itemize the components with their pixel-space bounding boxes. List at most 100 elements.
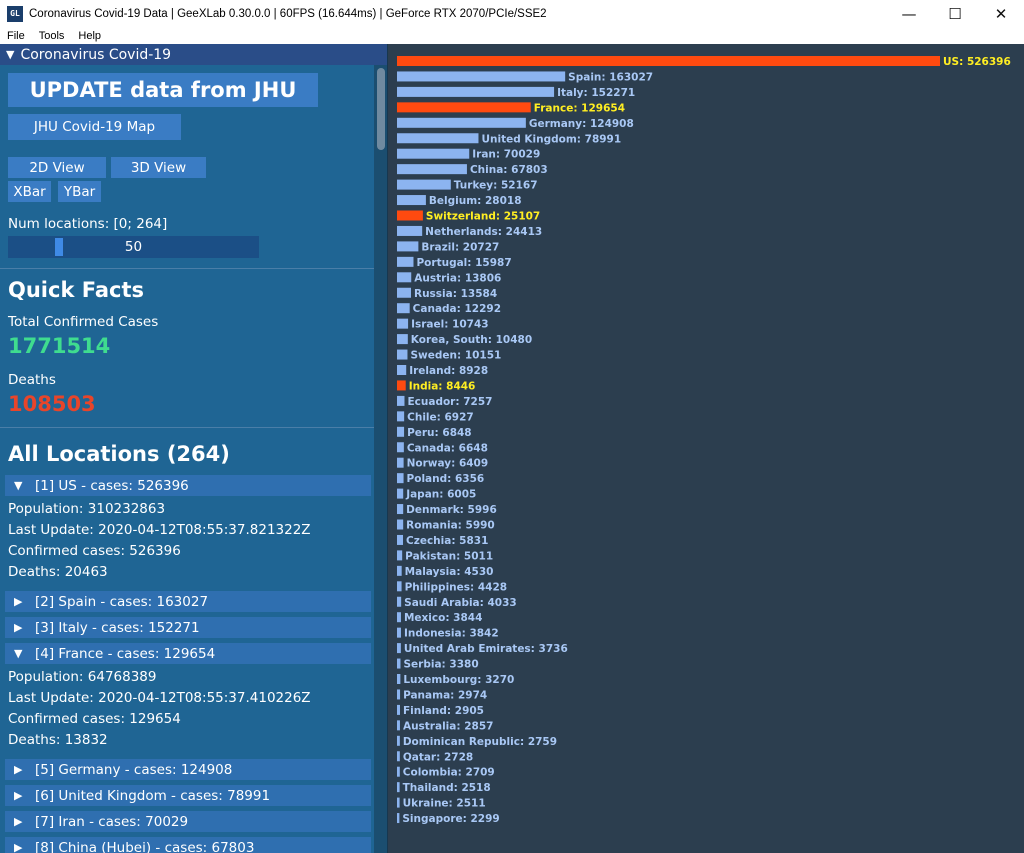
menu-tools[interactable]: Tools (32, 30, 72, 42)
bar-czechia (397, 534, 404, 545)
location-header-label: [3] Italy - cases: 152271 (35, 619, 200, 636)
location-header[interactable]: ▶ [5] Germany - cases: 124908 (5, 759, 371, 780)
bar-united-arab-emirates (397, 643, 401, 654)
bar-japan (397, 488, 404, 499)
bar-united-kingdom (397, 133, 479, 144)
bar-label: Sweden: 10151 (410, 350, 501, 362)
location-detail: Deaths: 13832 (8, 732, 108, 748)
location-header[interactable]: ▶ [8] China (Hubei) - cases: 67803 (5, 837, 371, 853)
deaths-label: Deaths (8, 372, 56, 388)
bar-netherlands (397, 225, 423, 236)
ybar-button[interactable]: YBar (58, 181, 101, 202)
divider (0, 427, 374, 428)
location-header[interactable]: ▶ [7] Iran - cases: 70029 (5, 811, 371, 832)
bar-label: Korea, South: 10480 (411, 334, 532, 346)
bar-label: Ukraine: 2511 (403, 798, 486, 810)
menu-help[interactable]: Help (71, 30, 108, 42)
bar-label: Philippines: 4428 (405, 581, 508, 593)
bar-philippines (397, 581, 402, 592)
bar-us (397, 56, 940, 66)
jhu-map-button[interactable]: JHU Covid-19 Map (8, 114, 181, 140)
bar-label: Poland: 6356 (407, 473, 485, 485)
expanded-triangle-icon: ▼ (14, 479, 23, 492)
bar-label: Italy: 152271 (557, 87, 635, 99)
bar-label: Chile: 6927 (407, 411, 474, 423)
bar-russia (397, 287, 412, 298)
bar-italy (397, 86, 555, 97)
location-header-label: [7] Iran - cases: 70029 (35, 813, 189, 830)
bar-turkey (397, 179, 451, 190)
location-header-label: [1] US - cases: 526396 (35, 477, 189, 494)
bar-label: Serbia: 3380 (403, 659, 478, 671)
bar-pakistan (397, 550, 403, 561)
bar-spain (397, 71, 566, 82)
covid-panel: ▼ Coronavirus Covid-19 UPDATE data from … (0, 44, 388, 853)
bar-australia (397, 720, 400, 731)
bar-label: United Kingdom: 78991 (481, 133, 621, 145)
menu-file[interactable]: File (0, 30, 32, 42)
bar-singapore (397, 813, 400, 824)
collapsed-triangle-icon: ▶ (14, 621, 23, 634)
deaths-value: 108503 (8, 392, 96, 416)
bar-label: Austria: 13806 (414, 272, 501, 284)
bar-ireland (397, 365, 407, 375)
panel-header[interactable]: ▼ Coronavirus Covid-19 (0, 44, 387, 65)
bar-chile (397, 411, 405, 422)
bar-label: Canada: 6648 (407, 442, 488, 454)
view-2d-button[interactable]: 2D View (8, 157, 106, 178)
location-header[interactable]: ▼ [4] France - cases: 129654 (5, 643, 371, 664)
location-header-label: [4] France - cases: 129654 (35, 645, 216, 662)
xbar-button[interactable]: XBar (8, 181, 51, 202)
bar-label: United Arab Emirates: 3736 (404, 643, 568, 655)
bar-peru (397, 426, 405, 437)
geexlab-logo-icon: GL (7, 5, 23, 22)
scrollbar-thumb[interactable] (377, 68, 385, 150)
minimize-button[interactable]: — (886, 0, 932, 27)
bar-ukraine (397, 797, 400, 808)
panel-scrollbar[interactable] (374, 65, 387, 853)
menu-bar: File Tools Help (0, 27, 1024, 44)
close-button[interactable]: ✕ (978, 0, 1024, 27)
bar-label: Belgium: 28018 (429, 195, 522, 207)
bar-label: Romania: 5990 (406, 520, 495, 532)
bar-label: Singapore: 2299 (402, 813, 499, 825)
bar-mexico (397, 612, 401, 623)
slider-value: 50 (124, 239, 143, 255)
location-header-label: [6] United Kingdom - cases: 78991 (35, 787, 271, 804)
location-header-label: [5] Germany - cases: 124908 (35, 761, 233, 778)
bar-france (397, 102, 531, 113)
bar-label: Luxembourg: 3270 (403, 674, 514, 686)
location-header[interactable]: ▼ [1] US - cases: 526396 (5, 475, 371, 496)
bar-label: Brazil: 20727 (421, 241, 499, 253)
location-header[interactable]: ▶ [6] United Kingdom - cases: 78991 (5, 785, 371, 806)
bar-label: Czechia: 5831 (406, 535, 488, 547)
view-3d-button[interactable]: 3D View (111, 157, 206, 178)
bar-norway (397, 457, 404, 468)
bar-israel (397, 318, 409, 329)
location-header[interactable]: ▶ [3] Italy - cases: 152271 (5, 617, 371, 638)
content-area: ▼ Coronavirus Covid-19 UPDATE data from … (0, 44, 1024, 853)
location-detail: Confirmed cases: 526396 (8, 543, 181, 559)
maximize-button[interactable]: ☐ (932, 0, 978, 27)
bar-dominican-republic (397, 735, 400, 746)
update-data-button[interactable]: UPDATE data from JHU (8, 73, 318, 107)
location-detail: Last Update: 2020-04-12T08:55:37.410226Z (8, 690, 311, 706)
location-header[interactable]: ▶ [2] Spain - cases: 163027 (5, 591, 371, 612)
location-detail: Confirmed cases: 129654 (8, 711, 181, 727)
bar-poland (397, 473, 404, 484)
title-bar[interactable]: GL Coronavirus Covid-19 Data | GeeXLab 0… (0, 0, 1024, 27)
collapsed-triangle-icon: ▶ (14, 841, 23, 853)
num-locations-slider[interactable]: 50 (8, 236, 259, 258)
bar-label: Iran: 70029 (472, 149, 540, 161)
bar-label: Canada: 12292 (413, 303, 501, 315)
bar-label: France: 129654 (534, 102, 625, 114)
bar-china (397, 164, 467, 175)
bar-austria (397, 272, 412, 283)
bar-label: Turkey: 52167 (454, 180, 538, 192)
location-header-label: [2] Spain - cases: 163027 (35, 593, 209, 610)
bar-label: Qatar: 2728 (403, 751, 473, 763)
bar-label: Peru: 6848 (407, 427, 472, 439)
location-detail: Population: 64768389 (8, 669, 157, 685)
bar-panama (397, 689, 401, 700)
bar-switzerland (397, 210, 423, 221)
